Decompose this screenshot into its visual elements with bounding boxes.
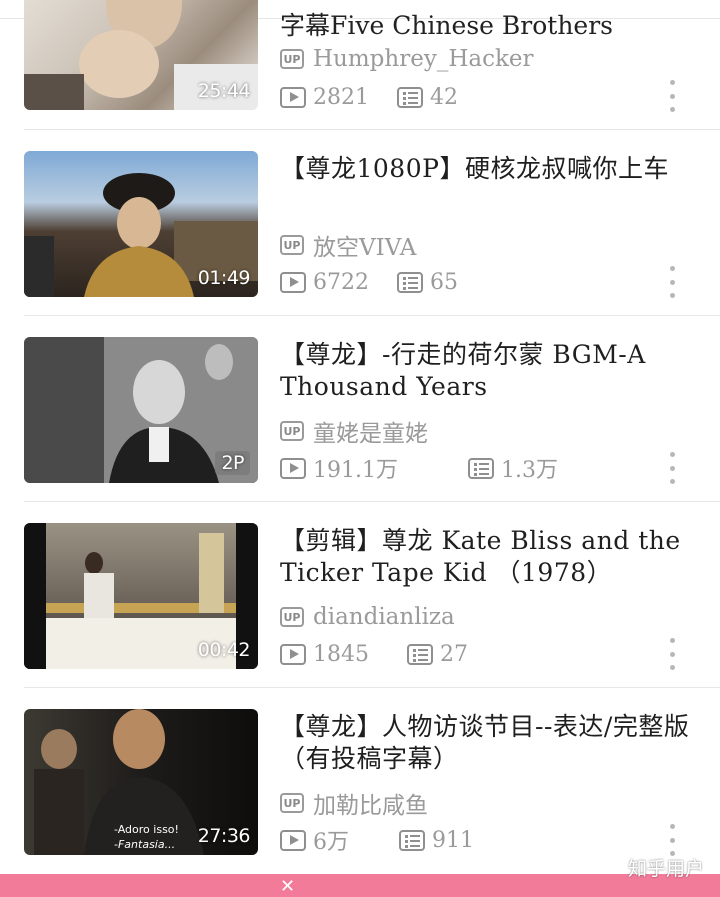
up-icon: UP [280, 793, 304, 813]
stats-row: 6万 911 [280, 825, 502, 855]
video-title[interactable]: 【尊龙】-行走的荷尔蒙 BGM-A Thousand Years [280, 339, 700, 403]
duration-badge: 25:44 [197, 80, 251, 102]
uploader-row[interactable]: UP 加勒比咸鱼 [280, 789, 428, 819]
list-item[interactable]: 01:49 【尊龙1080P】硬核龙叔喊你上车 UP 放空VIVA 6722 6… [0, 130, 720, 316]
duration-badge: 27:36 [197, 825, 251, 847]
video-title: 字幕Five Chinese Brothers [280, 11, 613, 40]
duration-badge: 00:42 [197, 639, 251, 661]
play-icon [280, 829, 306, 851]
close-icon[interactable]: ✕ [280, 876, 295, 897]
up-icon: UP [280, 49, 304, 69]
comment-count: 65 [397, 270, 458, 295]
stats-row: 6722 65 [280, 267, 486, 297]
more-options-icon[interactable] [662, 80, 682, 112]
video-title[interactable]: 【尊龙】人物访谈节目--表达/完整版（有投稿字幕） [280, 711, 700, 775]
uploader-name: 童姥是童姥 [313, 421, 428, 447]
play-icon [280, 86, 306, 108]
duration-badge: 01:49 [197, 267, 251, 289]
up-icon: UP [280, 607, 304, 627]
more-options-icon[interactable] [662, 266, 682, 298]
uploader-name: 放空VIVA [313, 235, 417, 261]
uploader-name: 加勒比咸鱼 [313, 793, 428, 819]
video-thumbnail[interactable]: -Adoro isso! -Fantasia... 27:36 [24, 709, 258, 855]
play-icon [280, 643, 306, 665]
up-icon: UP [280, 421, 304, 441]
comment-count: 1.3万 [467, 452, 558, 484]
play-count: 1845 [280, 642, 369, 667]
video-thumbnail[interactable]: 01:49 [24, 151, 258, 297]
play-count: 6万 [280, 824, 349, 856]
video-thumbnail[interactable]: 2P [24, 337, 258, 483]
video-thumbnail[interactable]: 25:44 [24, 0, 258, 110]
danmaku-icon [397, 271, 423, 293]
more-options-icon[interactable] [662, 824, 682, 856]
play-icon [280, 457, 306, 479]
page-count-badge: 2P [215, 451, 250, 475]
list-item[interactable]: 字幕Five Chinese Brothers 25:44 UP Humphre… [0, 0, 720, 130]
subtitle-line: -Fantasia... [114, 838, 175, 851]
danmaku-icon [407, 643, 433, 665]
uploader-row[interactable]: UP Humphrey_Hacker [280, 45, 534, 73]
play-count: 191.1万 [280, 452, 398, 484]
uploader-row[interactable]: UP diandianliza [280, 603, 455, 631]
watermark: 知乎用户 [627, 858, 704, 880]
uploader-name: diandianliza [313, 604, 455, 630]
uploader-row[interactable]: UP 放空VIVA [280, 231, 417, 261]
comment-count: 42 [397, 85, 458, 110]
list-item[interactable]: -Adoro isso! -Fantasia... 27:36 【尊龙】人物访谈… [0, 688, 720, 874]
bottom-action-bar[interactable]: ✕ [0, 874, 720, 897]
uploader-row[interactable]: UP 童姥是童姥 [280, 417, 428, 447]
danmaku-icon [467, 457, 494, 479]
video-title[interactable]: 【剪辑】尊龙 Kate Bliss and the Ticker Tape Ki… [280, 525, 700, 589]
play-count: 2821 [280, 85, 369, 110]
comment-count: 911 [399, 828, 474, 853]
play-icon [280, 271, 306, 293]
video-thumbnail[interactable]: 00:42 [24, 523, 258, 669]
comment-count: 27 [407, 642, 468, 667]
stats-row: 2821 42 [280, 82, 486, 112]
list-item[interactable]: 2P 【尊龙】-行走的荷尔蒙 BGM-A Thousand Years UP 童… [0, 316, 720, 502]
up-icon: UP [280, 235, 304, 255]
danmaku-icon [399, 829, 425, 851]
more-options-icon[interactable] [662, 638, 682, 670]
uploader-name: Humphrey_Hacker [313, 46, 534, 72]
video-title[interactable]: 【尊龙1080P】硬核龙叔喊你上车 [280, 153, 700, 185]
more-options-icon[interactable] [662, 452, 682, 484]
stats-row: 1845 27 [280, 639, 496, 669]
danmaku-icon [397, 86, 423, 108]
list-item[interactable]: 00:42 【剪辑】尊龙 Kate Bliss and the Ticker T… [0, 502, 720, 688]
stats-row: 191.1万 1.3万 [280, 453, 586, 483]
subtitle-line: -Adoro isso! [114, 823, 179, 836]
play-count: 6722 [280, 270, 369, 295]
